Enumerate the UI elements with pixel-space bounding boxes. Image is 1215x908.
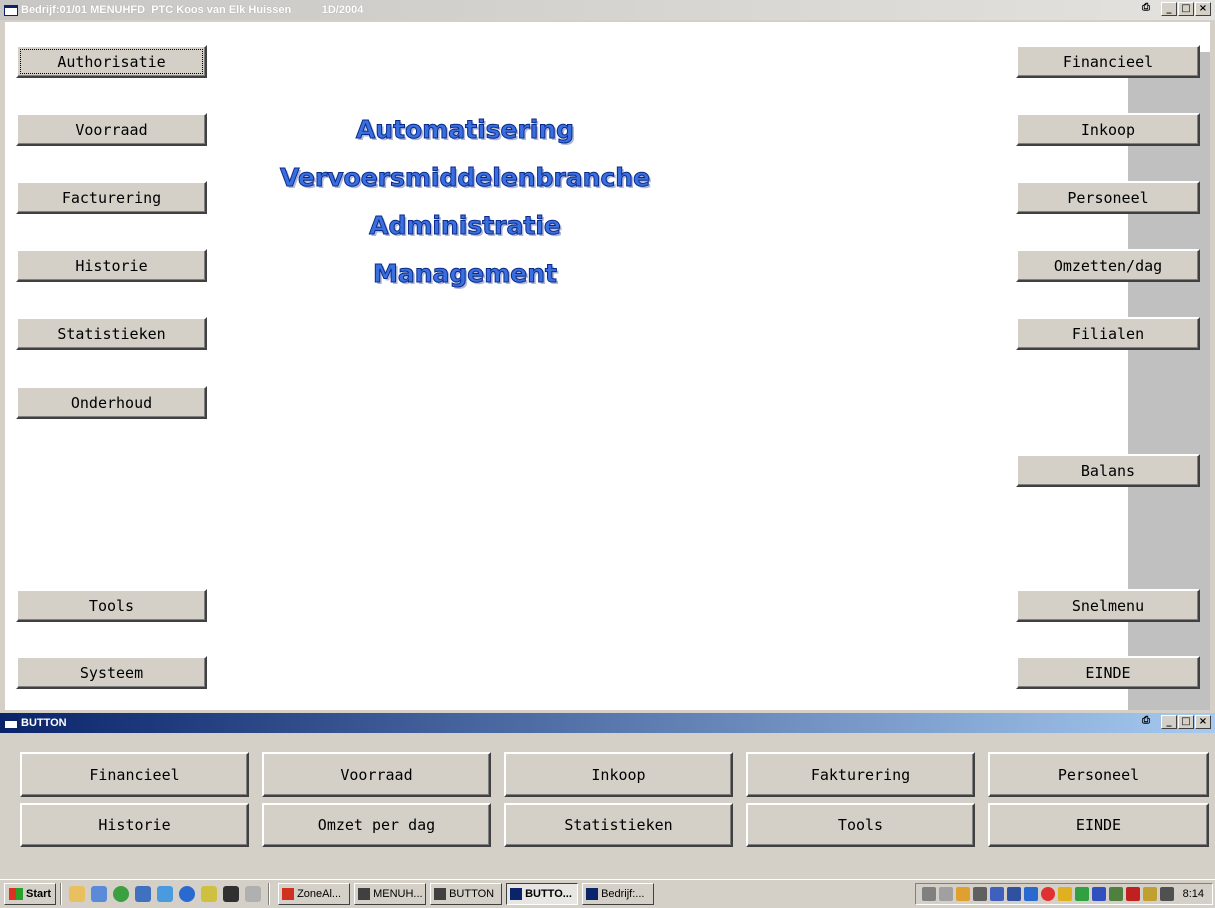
start-button[interactable]: Start bbox=[4, 883, 57, 905]
headline-line-1: Automatisering bbox=[355, 115, 575, 145]
zonealarm-icon bbox=[282, 888, 295, 900]
headline-line-4: Management bbox=[372, 259, 558, 289]
browser-icon[interactable] bbox=[179, 886, 196, 902]
bw-fakturering-button[interactable]: Fakturering bbox=[746, 752, 975, 797]
facturering-button[interactable]: Facturering bbox=[16, 181, 207, 214]
system-tray: 8:14 bbox=[914, 883, 1213, 905]
bw-tools-button[interactable]: Tools bbox=[746, 803, 975, 847]
media-icon[interactable] bbox=[113, 886, 130, 902]
task-label: MENUH... bbox=[373, 888, 423, 900]
systeem-button[interactable]: Systeem bbox=[16, 656, 207, 689]
taskbar-separator bbox=[60, 883, 63, 905]
window-controls: ⎙ _ □ × bbox=[1138, 2, 1211, 16]
bw-voorraad-button[interactable]: Voorraad bbox=[262, 752, 491, 797]
headline-line-2: Vervoersmiddelenbranche bbox=[279, 163, 651, 193]
search-icon[interactable] bbox=[201, 886, 218, 902]
filialen-button[interactable]: Filialen bbox=[1016, 317, 1200, 350]
tray-app-icon[interactable] bbox=[1074, 887, 1089, 901]
bw-omzet-per-dag-button[interactable]: Omzet per dag bbox=[262, 803, 491, 847]
print-icon[interactable]: ⎙ bbox=[1138, 2, 1154, 16]
balans-button[interactable]: Balans bbox=[1016, 454, 1200, 487]
statistieken-button[interactable]: Statistieken bbox=[16, 317, 207, 350]
sff-icon[interactable] bbox=[157, 886, 174, 902]
tray-app-icon[interactable] bbox=[1125, 887, 1140, 901]
maximize-button[interactable]: □ bbox=[1178, 715, 1194, 729]
bw-personeel-button[interactable]: Personeel bbox=[988, 752, 1209, 797]
tray-app-icon[interactable] bbox=[1091, 887, 1106, 901]
bw-einde-button[interactable]: EINDE bbox=[988, 803, 1209, 847]
main-window-title: Bedrijf:01/01 MENUHFD PTC Koos van Elk H… bbox=[21, 4, 364, 16]
app-icon bbox=[434, 888, 447, 900]
task-button-active[interactable]: BUTTO... bbox=[506, 883, 579, 905]
clock[interactable]: 8:14 bbox=[1183, 888, 1204, 900]
bw-inkoop-button[interactable]: Inkoop bbox=[504, 752, 733, 797]
main-window-titlebar[interactable]: Bedrijf:01/01 MENUHFD PTC Koos van Elk H… bbox=[0, 0, 1215, 20]
window-icon bbox=[4, 4, 18, 16]
tray-app-icon[interactable] bbox=[1040, 887, 1055, 901]
inkoop-button[interactable]: Inkoop bbox=[1016, 113, 1200, 146]
window-icon bbox=[4, 717, 18, 729]
button-window-titlebar[interactable]: BUTTON ⎙ _ □ × bbox=[0, 713, 1215, 733]
bw-historie-button[interactable]: Historie bbox=[20, 803, 249, 847]
start-label: Start bbox=[26, 888, 52, 900]
app-icon bbox=[358, 888, 371, 900]
einde-button[interactable]: EINDE bbox=[1016, 656, 1200, 689]
minimize-button[interactable]: _ bbox=[1161, 715, 1177, 729]
cursor-icon[interactable] bbox=[245, 886, 262, 902]
omzetten-dag-button[interactable]: Omzetten/dag bbox=[1016, 249, 1200, 282]
task-label: BUTTON bbox=[449, 888, 495, 900]
tray-app-icon[interactable] bbox=[1108, 887, 1123, 901]
tool-icon[interactable] bbox=[135, 886, 152, 902]
network-icon[interactable] bbox=[938, 887, 953, 901]
minimize-button[interactable]: _ bbox=[1161, 2, 1177, 16]
snelmenu-button[interactable]: Snelmenu bbox=[1016, 589, 1200, 622]
windows-logo-icon bbox=[9, 888, 23, 900]
button-window-title: BUTTON bbox=[21, 717, 67, 729]
tray-app-icon[interactable] bbox=[1159, 887, 1174, 901]
tools-button[interactable]: Tools bbox=[16, 589, 207, 622]
headline-line-3: Administratie bbox=[369, 211, 562, 241]
task-label: BUTTO... bbox=[525, 888, 572, 900]
print-icon[interactable]: ⎙ bbox=[1138, 715, 1154, 729]
close-button[interactable]: × bbox=[1195, 2, 1211, 16]
task-button[interactable]: BUTTON bbox=[430, 883, 503, 905]
task-bedrijf[interactable]: Bedrijf:... bbox=[582, 883, 655, 905]
desktop-icon[interactable] bbox=[69, 886, 86, 902]
volume-icon[interactable] bbox=[921, 887, 936, 901]
bw-statistieken-button[interactable]: Statistieken bbox=[504, 803, 733, 847]
explorer-icon[interactable] bbox=[91, 886, 108, 902]
historie-button[interactable]: Historie bbox=[16, 249, 207, 282]
task-zonealarm[interactable]: ZoneAl... bbox=[278, 883, 351, 905]
bw-financieel-button[interactable]: Financieel bbox=[20, 752, 249, 797]
financieel-button[interactable]: Financieel bbox=[1016, 45, 1200, 78]
voorraad-button[interactable]: Voorraad bbox=[16, 113, 207, 146]
taskbar: Start ZoneAl... MENUH... BUTTON BUTTO...… bbox=[0, 879, 1215, 908]
window-controls: ⎙ _ □ × bbox=[1138, 715, 1211, 729]
authorisatie-button[interactable]: Authorisatie bbox=[16, 45, 207, 78]
tray-app-icon[interactable] bbox=[1006, 887, 1021, 901]
taskbar-separator bbox=[268, 883, 271, 905]
tray-app-icon[interactable] bbox=[972, 887, 987, 901]
close-button[interactable]: × bbox=[1195, 715, 1211, 729]
maximize-button[interactable]: □ bbox=[1178, 2, 1194, 16]
window-icon bbox=[586, 888, 599, 900]
onderhoud-button[interactable]: Onderhoud bbox=[16, 386, 207, 419]
personeel-button[interactable]: Personeel bbox=[1016, 181, 1200, 214]
tray-app-icon[interactable] bbox=[1142, 887, 1157, 901]
task-menuh[interactable]: MENUH... bbox=[354, 883, 427, 905]
console-icon[interactable] bbox=[223, 886, 240, 902]
tray-app-icon[interactable] bbox=[989, 887, 1004, 901]
window-icon bbox=[510, 888, 523, 900]
task-label: ZoneAl... bbox=[297, 888, 342, 900]
task-label: Bedrijf:... bbox=[601, 888, 645, 900]
tray-app-icon[interactable] bbox=[955, 887, 970, 901]
tray-app-icon[interactable] bbox=[1057, 887, 1072, 901]
tray-app-icon[interactable] bbox=[1023, 887, 1038, 901]
